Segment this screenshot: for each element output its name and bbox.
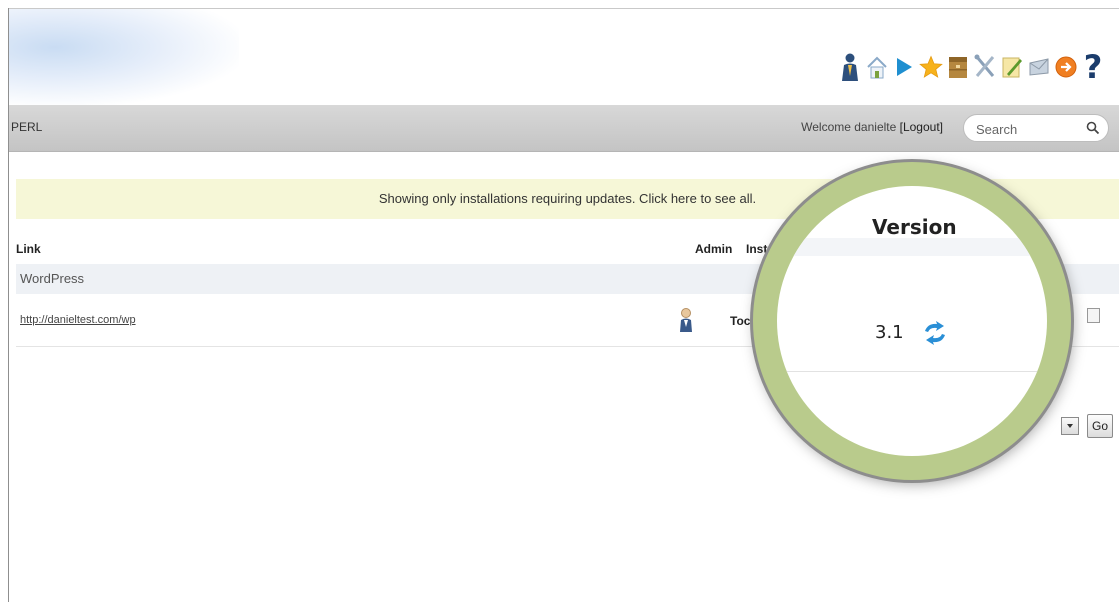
magnifier-group-band [777, 238, 1047, 256]
update-available-icon[interactable] [920, 318, 950, 351]
tools-icon[interactable] [973, 51, 997, 83]
help-glyph: ? [1083, 48, 1103, 86]
version-magnifier: Version 3.1 [753, 162, 1071, 480]
edit-icon[interactable] [1000, 51, 1024, 83]
admin-user-icon[interactable] [678, 307, 694, 336]
play-icon[interactable] [892, 51, 916, 83]
toolbar: ? [838, 47, 1105, 87]
column-header-link: Link [16, 242, 41, 256]
column-header-admin: Admin [695, 242, 733, 256]
home-icon[interactable] [865, 51, 889, 83]
logout-icon[interactable] [1054, 51, 1078, 83]
welcome-text: Welcome danielte [Logout] [801, 120, 943, 134]
search-box [963, 114, 1109, 142]
breadcrumb: PERL [11, 120, 43, 134]
bulk-action-select[interactable] [1061, 417, 1079, 435]
search-input[interactable] [974, 119, 1078, 139]
search-icon[interactable] [1086, 121, 1100, 138]
version-value: 3.1 [875, 322, 904, 343]
navbar: PERL Welcome danielte [Logout] [9, 105, 1119, 152]
group-name: WordPress [20, 271, 85, 286]
installed-value: Toc [730, 314, 751, 328]
magnifier-row-divider [777, 371, 1047, 372]
star-icon[interactable] [919, 51, 943, 83]
archive-icon[interactable] [946, 51, 970, 83]
header-logo-glow [9, 9, 239, 105]
logout-link[interactable]: [Logout] [900, 120, 943, 134]
row-checkbox[interactable] [1087, 308, 1100, 323]
welcome-prefix: Welcome danielte [801, 120, 900, 134]
help-icon[interactable]: ? [1081, 51, 1105, 83]
user-icon[interactable] [838, 51, 862, 83]
column-header-installed: Inst [746, 242, 768, 256]
installation-link[interactable]: http://danieltest.com/wp [20, 314, 136, 326]
mail-icon[interactable] [1027, 51, 1051, 83]
magnifier-lens: Version 3.1 [777, 186, 1047, 456]
header: ? [9, 9, 1119, 105]
version-column-header: Version [872, 215, 957, 239]
go-button[interactable]: Go [1087, 414, 1113, 438]
